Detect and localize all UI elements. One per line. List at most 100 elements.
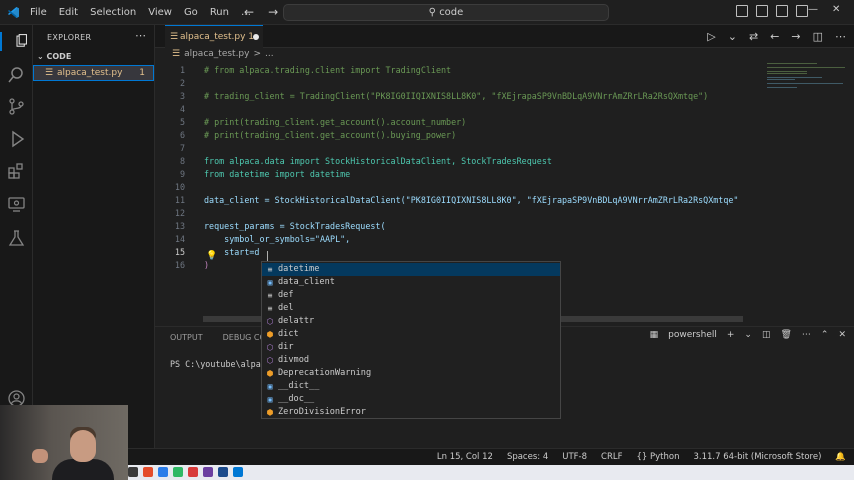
extensions-icon[interactable]: [7, 162, 26, 181]
testing-icon[interactable]: [7, 229, 26, 248]
compare-icon[interactable]: ⇄: [749, 30, 758, 43]
breadcrumb-separator: >: [253, 49, 262, 59]
maximize-panel-icon[interactable]: ⌃: [821, 330, 829, 340]
menu-edit[interactable]: Edit: [53, 7, 84, 18]
tab-label: alpaca_test.py 1: [180, 32, 254, 42]
suggestion-item[interactable]: ⬢ ZeroDivisionError: [262, 406, 560, 419]
toggle-sidebar-icon[interactable]: [736, 5, 748, 17]
suggestion-item[interactable]: ≡ del: [262, 302, 560, 315]
menu-run[interactable]: Run: [204, 7, 235, 18]
chevron-down-icon[interactable]: ⌄: [728, 30, 737, 43]
customize-layout-icon[interactable]: [796, 5, 808, 17]
webcam-overlay: [0, 405, 128, 480]
end-of-line[interactable]: CRLF: [601, 452, 622, 462]
vscode-taskbar-icon[interactable]: [233, 467, 243, 477]
suggestion-item[interactable]: ≡ def: [262, 289, 560, 302]
back-arrow-icon[interactable]: ←: [244, 5, 254, 19]
file-item-alpaca-test[interactable]: ☰ alpaca_test.py 1: [33, 65, 154, 81]
python-interpreter[interactable]: 3.11.7 64-bit (Microsoft Store): [694, 452, 822, 462]
lightbulb-icon[interactable]: 💡: [206, 251, 217, 261]
suggestion-item[interactable]: ⬢ dict: [262, 328, 560, 341]
explorer-icon[interactable]: [0, 32, 33, 51]
more-actions-icon[interactable]: ⋯: [835, 30, 846, 43]
suggestion-item[interactable]: ▣ data_client: [262, 276, 560, 289]
line-number: 15: [174, 247, 185, 257]
encoding[interactable]: UTF-8: [562, 452, 587, 462]
line-number: 13: [174, 221, 185, 231]
line-number: 3: [179, 91, 185, 101]
minimize-icon[interactable]: —: [808, 4, 818, 15]
terminal-shell-name[interactable]: powershell: [668, 330, 717, 340]
line-number: 14: [174, 234, 185, 244]
line-text: # print(trading_client.get_account().acc…: [204, 117, 467, 127]
more-actions-icon[interactable]: ⋯: [802, 330, 811, 340]
close-panel-icon[interactable]: ✕: [838, 330, 846, 340]
code-line: 8 from alpaca.data import StockHistorical…: [155, 155, 775, 168]
split-terminal-icon[interactable]: ◫: [762, 330, 771, 340]
terminal-icon: ▦: [649, 330, 659, 340]
breadcrumb-symbol[interactable]: ...: [265, 49, 274, 63]
suggestion-label: datetime: [278, 264, 320, 274]
menu-view[interactable]: View: [142, 7, 178, 18]
chevron-down-icon[interactable]: ⌄: [744, 330, 752, 340]
minimap[interactable]: [767, 63, 847, 103]
source-control-icon[interactable]: [7, 97, 26, 116]
line-text: symbol_or_symbols="AAPL",: [204, 234, 351, 244]
problem-count-badge: 1: [139, 68, 145, 78]
chrome-icon[interactable]: [143, 467, 153, 477]
line-number: 1: [179, 65, 185, 75]
run-file-icon[interactable]: ▷: [707, 30, 715, 43]
remote-explorer-icon[interactable]: [7, 195, 26, 214]
suggestion-label: data_client: [278, 277, 335, 287]
forward-arrow-icon[interactable]: →: [268, 5, 278, 19]
python-file-icon: ☰: [170, 32, 179, 42]
menu-file[interactable]: File: [24, 7, 53, 18]
menu-go[interactable]: Go: [178, 7, 204, 18]
search-icon[interactable]: [7, 65, 26, 84]
code-line: 12: [155, 207, 775, 220]
taskbar-app-icon[interactable]: [188, 467, 198, 477]
suggestion-label: dict: [278, 329, 299, 339]
new-terminal-icon[interactable]: +: [727, 330, 735, 340]
tab-alpaca-test[interactable]: ☰ alpaca_test.py 1: [165, 25, 263, 48]
taskbar-app-icon[interactable]: [128, 467, 138, 477]
suggestion-item[interactable]: ⬢ DeprecationWarning: [262, 367, 560, 380]
suggestion-item[interactable]: ≡ datetime: [262, 263, 560, 276]
suggestion-item[interactable]: ⬡ delattr: [262, 315, 560, 328]
code-line: 4: [155, 103, 775, 116]
toggle-panel-icon[interactable]: [756, 5, 768, 17]
taskbar-app-icon[interactable]: [218, 467, 228, 477]
suggestion-item[interactable]: ⬡ divmod: [262, 354, 560, 367]
explorer-sidebar: EXPLORER ⋯ ⌄ CODE ☰ alpaca_test.py 1: [33, 25, 155, 465]
close-window-icon[interactable]: ✕: [832, 4, 840, 15]
folder-section-code[interactable]: ⌄ CODE: [37, 52, 71, 61]
menu-selection[interactable]: Selection: [84, 7, 142, 18]
line-number: 10: [174, 182, 185, 192]
notifications-bell-icon[interactable]: 🔔: [835, 452, 846, 462]
go-back-icon[interactable]: ←: [770, 30, 779, 43]
toggle-secondary-sidebar-icon[interactable]: [776, 5, 788, 17]
language-mode[interactable]: {} Python: [637, 452, 680, 462]
split-editor-icon[interactable]: ◫: [813, 30, 823, 43]
file-name: alpaca_test.py: [57, 68, 123, 78]
cursor-position[interactable]: Ln 15, Col 12: [437, 452, 493, 462]
title-bar: File Edit Selection View Go Run … ← → ⚲ …: [0, 0, 854, 25]
command-center-search[interactable]: ⚲ code: [283, 4, 609, 21]
taskbar-app-icon[interactable]: [173, 467, 183, 477]
terminal-output[interactable]: PS C:\youtube\alpac: [170, 359, 266, 369]
unsaved-dot-icon[interactable]: [253, 34, 259, 40]
go-forward-icon[interactable]: →: [791, 30, 800, 43]
taskbar-app-icon[interactable]: [203, 467, 213, 477]
code-line: 3 # trading_client = TradingClient("PK8IG…: [155, 90, 775, 103]
suggestion-item[interactable]: ▣ __dict__: [262, 380, 560, 393]
indentation[interactable]: Spaces: 4: [507, 452, 548, 462]
tab-output[interactable]: OUTPUT: [170, 333, 203, 342]
suggestion-item[interactable]: ⬡ dir: [262, 341, 560, 354]
suggestion-item[interactable]: ▣ __doc__: [262, 393, 560, 406]
line-number: 6: [179, 130, 185, 140]
more-actions-icon[interactable]: ⋯: [135, 29, 146, 42]
trash-icon[interactable]: 🗑: [780, 330, 791, 340]
breadcrumb-file[interactable]: alpaca_test.py: [184, 49, 249, 63]
run-debug-icon[interactable]: [7, 129, 26, 148]
taskbar-app-icon[interactable]: [158, 467, 168, 477]
